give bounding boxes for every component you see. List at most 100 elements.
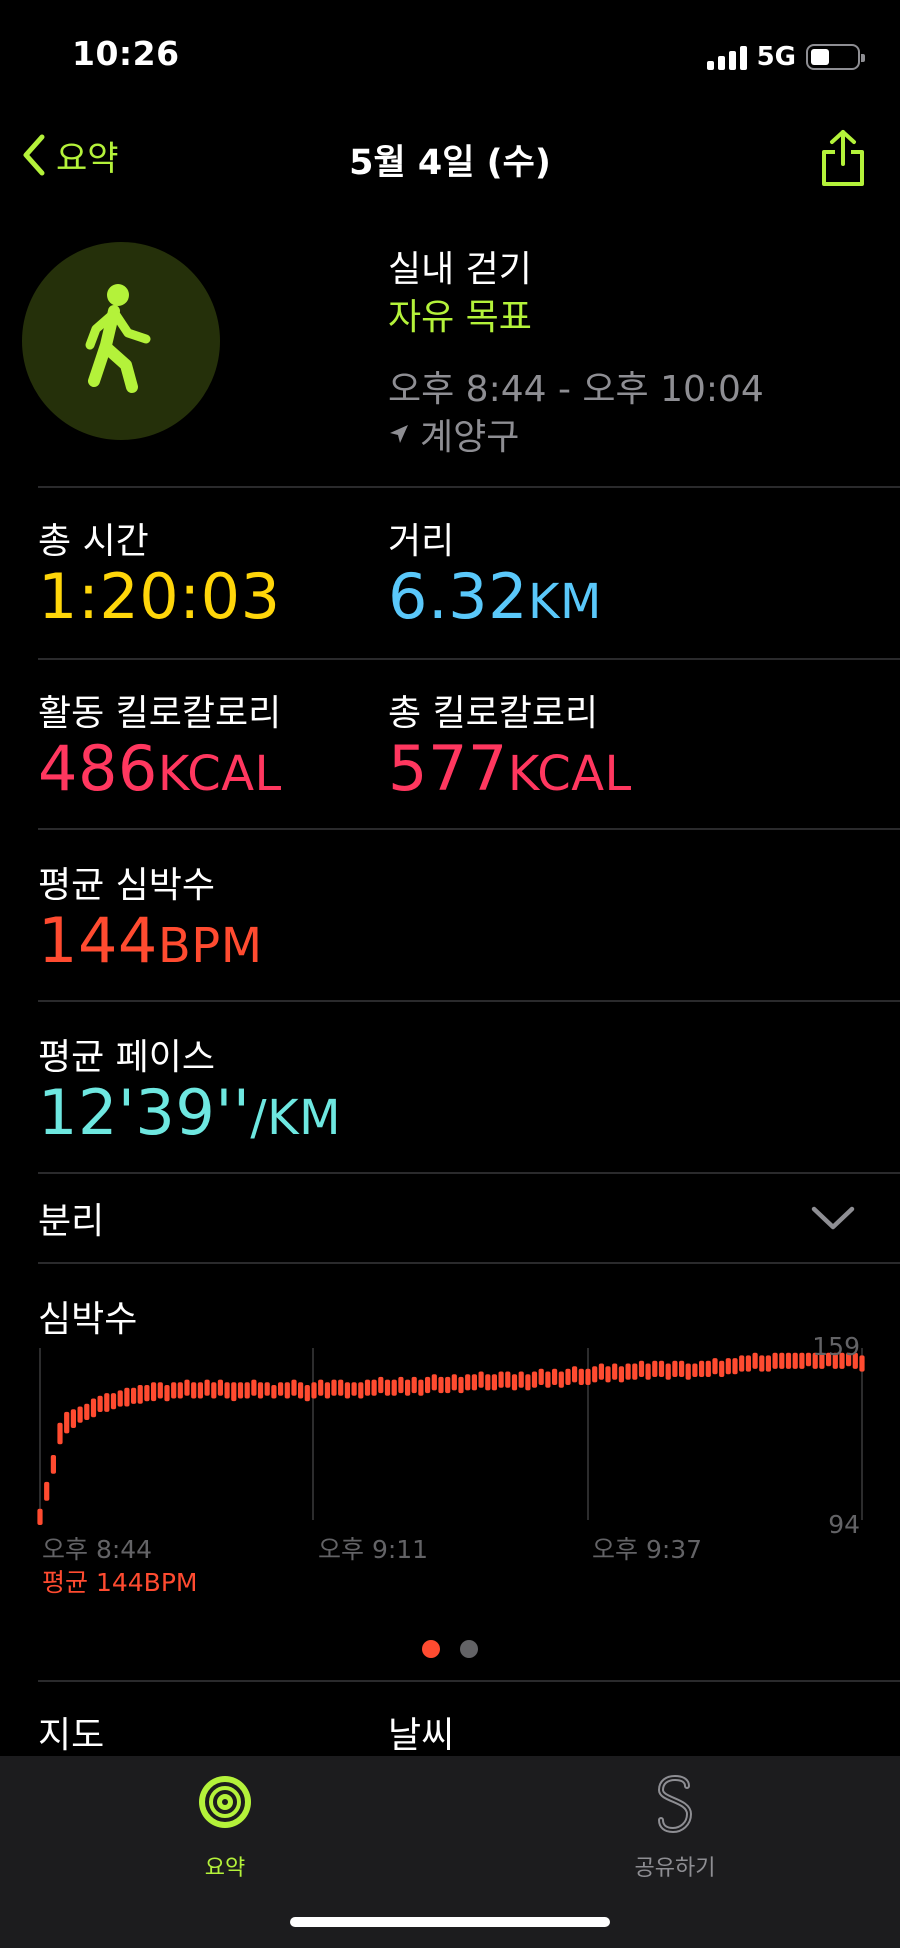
- hr-bar: [498, 1371, 504, 1388]
- hr-bar: [752, 1352, 758, 1369]
- page-indicator[interactable]: [0, 1640, 900, 1658]
- hr-bar: [131, 1387, 137, 1404]
- hr-bar: [271, 1385, 277, 1399]
- hr-bar: [304, 1385, 310, 1402]
- hr-bar: [110, 1393, 117, 1410]
- hr-bar: [785, 1352, 792, 1369]
- heart-rate-title: 심박수: [38, 1299, 138, 1340]
- distance-label: 거리: [388, 521, 455, 562]
- hr-bar: [311, 1382, 317, 1399]
- hr-bar: [518, 1371, 524, 1388]
- hr-bar: [592, 1366, 598, 1383]
- hr-time-label-start: 오후 8:44: [42, 1535, 153, 1564]
- hr-bar: [685, 1363, 691, 1380]
- hr-bar: [37, 1508, 43, 1525]
- hr-bar: [384, 1379, 391, 1396]
- hr-bar: [398, 1376, 404, 1394]
- activity-rings-icon: [199, 1776, 251, 1828]
- location-label: 계양구: [420, 417, 520, 458]
- hr-bar: [772, 1352, 778, 1369]
- tab-summary-label: 요약: [204, 1856, 246, 1881]
- hr-bar: [237, 1382, 244, 1399]
- battery-icon: [806, 44, 865, 70]
- hr-bar: [692, 1363, 698, 1377]
- hr-bar: [505, 1371, 511, 1388]
- hr-bar: [625, 1363, 631, 1380]
- share-button[interactable]: [818, 128, 868, 188]
- hr-bar: [792, 1352, 798, 1369]
- network-type: 5G: [756, 42, 796, 72]
- hr-bar: [257, 1382, 264, 1399]
- map-section-label: 지도: [38, 1715, 105, 1756]
- hr-bar: [478, 1371, 484, 1388]
- hr-bar: [344, 1382, 350, 1399]
- hr-bar: [679, 1360, 685, 1377]
- hr-bar: [291, 1379, 297, 1396]
- hr-bar: [338, 1379, 344, 1396]
- hr-bar: [84, 1403, 90, 1420]
- hr-bar: [90, 1398, 97, 1418]
- avg-hr-label: 평균 심박수: [38, 865, 216, 906]
- hr-bar: [705, 1360, 711, 1377]
- hr-bar: [124, 1387, 130, 1407]
- total-time-label: 총 시간: [38, 521, 149, 562]
- hr-bar: [117, 1390, 123, 1407]
- hr-bar: [391, 1379, 397, 1396]
- hr-min-label: 94: [828, 1510, 860, 1539]
- hr-bar: [745, 1355, 751, 1372]
- hr-bar: [598, 1363, 604, 1380]
- hr-bar: [438, 1376, 444, 1394]
- page-dot[interactable]: [422, 1640, 440, 1658]
- workout-type-badge: [22, 242, 220, 440]
- hr-bar: [465, 1374, 471, 1391]
- hr-time-label-mid: 오후 9:11: [318, 1535, 429, 1564]
- hr-bar: [545, 1371, 551, 1388]
- hr-bar: [511, 1374, 518, 1391]
- total-time-value: 1:20:03: [38, 560, 281, 633]
- distance-value: 6.32KM: [388, 560, 602, 633]
- workout-type: 실내 걷기: [388, 249, 532, 290]
- status-time: 10:26: [72, 34, 180, 73]
- divider: [38, 1000, 900, 1002]
- hr-bar: [732, 1358, 738, 1375]
- hr-bar: [184, 1379, 190, 1396]
- hr-bar: [224, 1382, 230, 1399]
- hr-bar: [44, 1481, 50, 1501]
- avg-hr-value: 144BPM: [38, 904, 263, 977]
- weather-section-label: 날씨: [388, 1715, 455, 1756]
- active-kcal-value: 486KCAL: [38, 732, 282, 805]
- splits-label[interactable]: 분리: [38, 1192, 104, 1244]
- hr-bar: [652, 1360, 658, 1377]
- hr-bar: [418, 1379, 424, 1396]
- total-kcal-value: 577KCAL: [388, 732, 632, 805]
- hr-bar: [378, 1376, 384, 1394]
- hr-bar: [197, 1382, 203, 1399]
- hr-bar: [719, 1360, 725, 1377]
- hr-bar: [264, 1382, 270, 1396]
- hr-bar: [284, 1382, 290, 1399]
- hr-bar: [164, 1385, 170, 1402]
- divider: [38, 1262, 900, 1264]
- hr-bar: [144, 1385, 150, 1402]
- splits-expand-button[interactable]: [810, 1204, 856, 1236]
- location-arrow-icon: [390, 425, 408, 443]
- page-title: 5월 4일 (수): [349, 143, 551, 183]
- hr-bar: [658, 1360, 665, 1377]
- avg-pace-value: 12'39''/KM: [38, 1076, 341, 1149]
- divider: [38, 486, 900, 488]
- hr-bar: [251, 1379, 257, 1396]
- hr-bar: [558, 1371, 564, 1388]
- hr-bar: [77, 1406, 83, 1423]
- hr-bar: [324, 1382, 330, 1399]
- hr-bar: [431, 1374, 437, 1391]
- home-indicator[interactable]: [290, 1917, 610, 1927]
- hr-bar: [578, 1368, 584, 1385]
- hr-bar: [485, 1374, 491, 1391]
- hr-bar: [725, 1358, 731, 1375]
- hr-bar: [471, 1374, 477, 1391]
- workout-location: 계양구: [388, 408, 519, 460]
- page-dot[interactable]: [460, 1640, 478, 1658]
- hr-bar: [157, 1382, 163, 1399]
- hr-bar: [605, 1366, 611, 1383]
- hr-bar: [451, 1374, 457, 1391]
